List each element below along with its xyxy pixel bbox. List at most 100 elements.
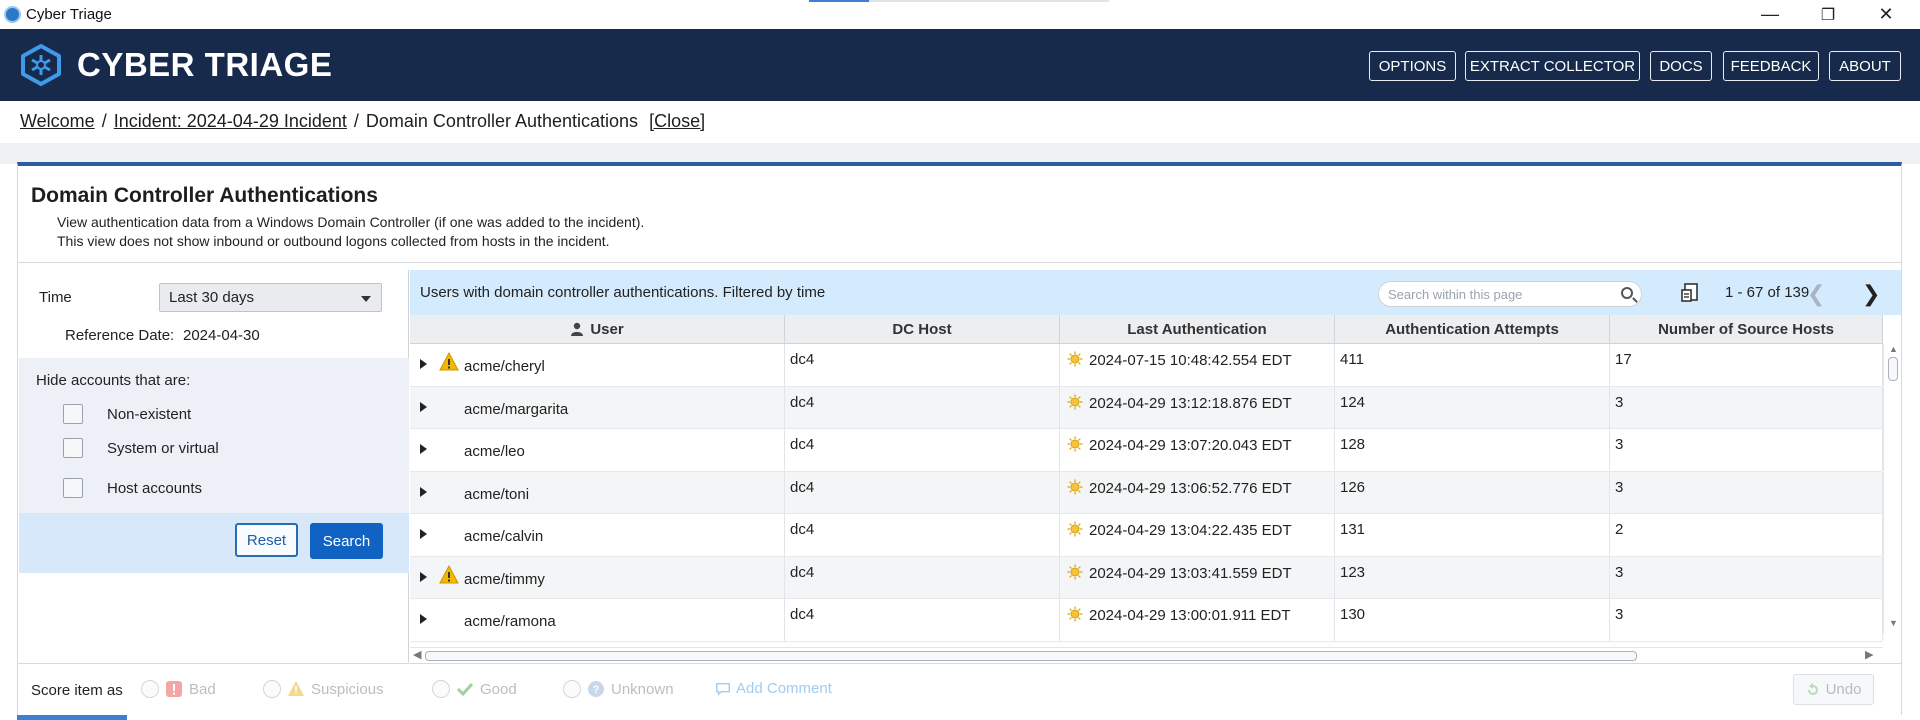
expand-arrow-icon[interactable]	[420, 486, 427, 497]
time-dropdown[interactable]: Last 30 days	[159, 283, 382, 312]
checkbox[interactable]	[63, 404, 83, 424]
dc-host-value: dc4	[790, 478, 815, 496]
checkbox[interactable]	[63, 478, 83, 498]
cell-last-authentication: 2024-04-29 13:04:22.435 EDT	[1060, 514, 1335, 556]
score-unknown-option[interactable]: ? Unknown	[563, 680, 674, 698]
sun-icon	[1067, 606, 1083, 622]
cell-last-authentication: 2024-04-29 13:12:18.876 EDT	[1060, 386, 1335, 429]
feedback-button[interactable]: FEEDBACK	[1723, 51, 1819, 81]
cell-authentication-attempts: 131	[1335, 514, 1610, 556]
cell-authentication-attempts: 123	[1335, 556, 1610, 599]
column-header-user[interactable]: User	[410, 315, 785, 344]
checkbox-label: Non-existent	[107, 405, 192, 423]
cell-last-authentication: 2024-07-15 10:48:42.554 EDT	[1060, 344, 1335, 386]
scroll-left-icon[interactable]: ◀	[413, 648, 421, 661]
docs-button[interactable]: DOCS	[1650, 51, 1712, 81]
user-name: acme/margarita	[464, 400, 569, 418]
search-input[interactable]: Search within this page	[1378, 281, 1642, 307]
breadcrumb-close-link[interactable]: [Close]	[649, 111, 705, 131]
search-button[interactable]: Search	[310, 523, 383, 559]
cell-number-of-source-hosts: 3	[1610, 429, 1883, 471]
column-header-last-authentication[interactable]: Last Authentication	[1060, 315, 1335, 344]
column-header-number-of-source-hosts[interactable]: Number of Source Hosts	[1610, 315, 1883, 344]
score-label: Score item as	[31, 682, 123, 699]
table-row[interactable]: acme/margarita dc4 2024-04-29 13:12:18.876…	[410, 386, 1883, 429]
table-row[interactable]: acme/timmy dc4 2024-04-29 13:03:41.559 EDT…	[410, 556, 1883, 599]
sun-icon	[1067, 351, 1083, 367]
user-name: acme/timmy	[464, 570, 545, 588]
option-host-accounts[interactable]: Host accounts	[63, 478, 202, 498]
cell-dc-host: dc4	[785, 344, 1060, 386]
table-row[interactable]: acme/toni dc4 2024-04-29 13:06:52.776 EDT 1…	[410, 471, 1883, 514]
cell-last-authentication: 2024-04-29 13:03:41.559 EDT	[1060, 556, 1335, 599]
dc-host-value: dc4	[790, 393, 815, 411]
source-hosts-value: 3	[1615, 606, 1624, 623]
expand-arrow-icon[interactable]	[420, 614, 427, 624]
option-system-or-virtual[interactable]: System or virtual	[63, 438, 219, 458]
scroll-down-icon[interactable]: ▼	[1889, 618, 1898, 628]
horizontal-scrollbar[interactable]: ◀ ▶	[410, 647, 1883, 663]
score-good-option[interactable]: Good	[432, 680, 517, 698]
cell-authentication-attempts: 411	[1335, 344, 1610, 386]
breadcrumb-separator: /	[353, 111, 359, 131]
about-button[interactable]: ABOUT	[1829, 51, 1901, 81]
table-row[interactable]: acme/leo dc4 2024-04-29 13:07:20.043 EDT 12…	[410, 429, 1883, 472]
close-window-button[interactable]: ✕	[1863, 0, 1909, 29]
radio[interactable]	[263, 680, 281, 698]
checkbox[interactable]	[63, 438, 83, 458]
brand-title: CYBER TRIAGE	[77, 46, 333, 83]
last-authentication-value: 2024-04-29 13:03:41.559 EDT	[1089, 564, 1292, 582]
table-row[interactable]: acme/calvin dc4 2024-04-29 13:04:22.435 ED…	[410, 514, 1883, 557]
expand-arrow-icon[interactable]	[420, 359, 427, 369]
table-row[interactable]: acme/ramona dc4 2024-04-29 13:00:01.911 ED…	[410, 599, 1883, 642]
users-table: User DC Host Last Authentication Authent…	[410, 315, 1901, 647]
radio[interactable]	[141, 680, 159, 698]
breadcrumb-incident[interactable]: Incident: 2024-04-29 Incident	[114, 111, 347, 131]
previous-page-icon[interactable]: ❮	[1807, 281, 1825, 307]
undo-button[interactable]: Undo	[1793, 674, 1874, 705]
last-authentication-value: 2024-04-29 13:12:18.876 EDT	[1089, 394, 1292, 412]
next-page-icon[interactable]: ❯	[1862, 281, 1880, 307]
score-suspicious-option[interactable]: Suspicious	[263, 680, 384, 698]
scroll-thumb[interactable]	[1888, 357, 1898, 381]
vertical-scrollbar[interactable]: ▲ ▼	[1883, 344, 1901, 634]
breadcrumb-welcome[interactable]: Welcome	[20, 111, 95, 131]
page-count: 1 - 67 of 139	[1725, 284, 1810, 301]
sun-icon	[1067, 394, 1083, 409]
column-header-authentication-attempts[interactable]: Authentication Attempts	[1335, 315, 1610, 344]
content-separator	[0, 143, 1920, 164]
page-title: Domain Controller Authentications	[31, 184, 378, 207]
scroll-up-icon[interactable]: ▲	[1889, 344, 1898, 354]
add-comment-button[interactable]: Add Comment	[715, 680, 832, 697]
expand-arrow-icon[interactable]	[420, 529, 427, 539]
table-row[interactable]: acme/cheryl dc4 2024-07-15 10:48:42.554 ED…	[410, 344, 1883, 387]
export-page-icon[interactable]	[1679, 282, 1701, 304]
window-titlebar: Cyber Triage — ❐ ✕	[0, 0, 1920, 29]
score-bad-option[interactable]: Bad	[141, 680, 216, 698]
section-divider	[18, 262, 1901, 263]
search-icon[interactable]	[1621, 287, 1633, 299]
warning-icon	[439, 564, 459, 583]
options-button[interactable]: OPTIONS	[1369, 51, 1456, 81]
radio[interactable]	[432, 680, 450, 698]
cell-last-authentication: 2024-04-29 13:00:01.911 EDT	[1060, 599, 1335, 641]
extract-collector-button[interactable]: EXTRACT COLLECTOR	[1465, 51, 1640, 81]
time-label: Time	[39, 289, 72, 306]
cell-authentication-attempts: 126	[1335, 471, 1610, 514]
expand-arrow-icon[interactable]	[420, 571, 427, 582]
sun-icon	[1067, 521, 1083, 537]
scroll-right-icon[interactable]: ▶	[1865, 648, 1873, 661]
dc-host-value: dc4	[790, 521, 815, 538]
score-unknown-label: Unknown	[611, 680, 674, 698]
radio[interactable]	[563, 680, 581, 698]
expand-arrow-icon[interactable]	[420, 444, 427, 454]
dc-host-value: dc4	[790, 606, 815, 623]
sun-icon	[1067, 564, 1083, 579]
expand-arrow-icon[interactable]	[420, 401, 427, 412]
column-header-dc-host[interactable]: DC Host	[785, 315, 1060, 344]
scroll-thumb[interactable]	[425, 651, 1637, 661]
reset-button[interactable]: Reset	[235, 523, 298, 557]
minimize-button[interactable]: —	[1747, 0, 1793, 29]
restore-button[interactable]: ❐	[1805, 0, 1851, 29]
option-non-existent[interactable]: Non-existent	[63, 404, 191, 424]
